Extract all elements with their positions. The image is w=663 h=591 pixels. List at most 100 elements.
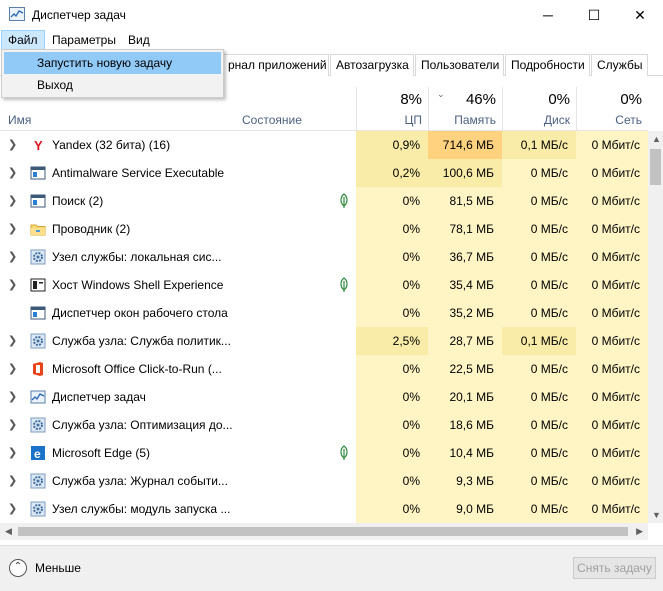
tab-services[interactable]: Службы bbox=[591, 54, 648, 76]
disk-value: 0 МБ/с bbox=[502, 439, 576, 467]
maximize-icon: ☐ bbox=[587, 6, 601, 23]
expand-chevron-icon[interactable]: ❯ bbox=[8, 271, 17, 299]
cpu-value: 0% bbox=[356, 271, 428, 299]
process-row[interactable]: ❯ Служба узла: Служба политик... 2,5% 28,7 … bbox=[0, 327, 648, 355]
expand-chevron-icon[interactable]: ❯ bbox=[8, 243, 17, 271]
task-manager-icon bbox=[30, 389, 46, 405]
expand-chevron-icon[interactable]: ❯ bbox=[8, 159, 17, 187]
menu-file[interactable]: Файл bbox=[1, 30, 45, 50]
column-disk[interactable]: 0% Диск bbox=[502, 87, 576, 131]
menu-options[interactable]: Параметры bbox=[46, 30, 122, 50]
task-manager-icon bbox=[9, 7, 25, 21]
vertical-scroll-thumb[interactable] bbox=[650, 149, 661, 185]
tab-users[interactable]: Пользователи bbox=[415, 54, 504, 76]
process-row[interactable]: Диспетчер окон рабочего стола 0% 35,2 МБ 0 … bbox=[0, 299, 648, 327]
footer-bar: ⌃ Меньше Снять задачу bbox=[0, 545, 663, 591]
process-row[interactable]: ❯ Поиск (2) 0% 81,5 МБ 0 МБ/с 0 Мбит/с bbox=[0, 187, 648, 215]
scroll-up-icon[interactable]: ▲ bbox=[652, 134, 661, 144]
expand-chevron-icon[interactable]: ❯ bbox=[8, 355, 17, 383]
maximize-button[interactable]: ☐ bbox=[571, 0, 617, 30]
disk-total-percent: 0% bbox=[548, 91, 570, 108]
cpu-value: 0% bbox=[356, 495, 428, 523]
network-value: 0 Мбит/с bbox=[576, 411, 648, 439]
memory-value: 81,5 МБ bbox=[428, 187, 502, 215]
scroll-down-icon[interactable]: ▼ bbox=[652, 510, 661, 520]
scroll-left-icon[interactable]: ◀ bbox=[5, 526, 12, 537]
tab-details[interactable]: Подробности bbox=[505, 54, 590, 76]
expand-chevron-icon[interactable]: ❯ bbox=[8, 495, 17, 523]
end-task-button[interactable]: Снять задачу bbox=[573, 557, 656, 579]
vertical-scrollbar[interactable]: ▲ ▼ bbox=[648, 131, 663, 523]
horizontal-scrollbar[interactable]: ◀ ▶ bbox=[0, 523, 648, 540]
column-state[interactable]: Состояние bbox=[236, 87, 356, 131]
svg-text:e: e bbox=[34, 447, 41, 461]
disk-value: 0 МБ/с bbox=[502, 187, 576, 215]
network-value: 0 Мбит/с bbox=[576, 495, 648, 523]
network-value: 0 Мбит/с bbox=[576, 327, 648, 355]
memory-value: 22,5 МБ bbox=[428, 355, 502, 383]
file-menu-dropdown: Запустить новую задачу Выход bbox=[1, 49, 224, 98]
menu-run-new-task[interactable]: Запустить новую задачу bbox=[4, 52, 221, 74]
svg-text:Y: Y bbox=[34, 138, 43, 153]
network-total-percent: 0% bbox=[620, 91, 642, 108]
process-row[interactable]: ❯ e Microsoft Edge (5) 0% 10,4 МБ 0 МБ/с 0 Мби… bbox=[0, 439, 648, 467]
column-cpu[interactable]: 8% ЦП bbox=[356, 87, 428, 131]
process-row[interactable]: ❯ Проводник (2) 0% 78,1 МБ 0 МБ/с 0 Мбит/с bbox=[0, 215, 648, 243]
horizontal-scroll-thumb[interactable] bbox=[18, 527, 628, 536]
process-name: Microsoft Office Click-to-Run (... bbox=[52, 362, 222, 376]
office-icon bbox=[30, 361, 46, 377]
edge-icon: e bbox=[30, 445, 46, 461]
column-network[interactable]: 0% Сеть bbox=[576, 87, 648, 131]
tab-app-history[interactable]: рнал приложений bbox=[210, 54, 329, 76]
network-value: 0 Мбит/с bbox=[576, 243, 648, 271]
column-cpu-label: ЦП bbox=[404, 113, 422, 127]
column-network-label: Сеть bbox=[615, 113, 642, 127]
process-row[interactable]: ❯ Y Yandex (32 бита) (16) 0,9% 714,6 МБ 0,1 М… bbox=[0, 131, 648, 159]
folder-icon bbox=[30, 221, 46, 237]
expand-chevron-icon[interactable]: ❯ bbox=[8, 131, 17, 159]
process-row[interactable]: ❯ Antimalware Service Executable 0,2% 100,6… bbox=[0, 159, 648, 187]
process-name: Служба узла: Оптимизация до... bbox=[52, 418, 233, 432]
process-list: ❯ Y Yandex (32 бита) (16) 0,9% 714,6 МБ 0,1 М… bbox=[0, 131, 648, 523]
suspended-leaf-icon bbox=[337, 445, 351, 461]
memory-value: 35,2 МБ bbox=[428, 299, 502, 327]
memory-value: 28,7 МБ bbox=[428, 327, 502, 355]
process-row[interactable]: ❯ Служба узла: Журнал событи... 0% 9,3 МБ 0 … bbox=[0, 467, 648, 495]
expand-chevron-icon[interactable]: ❯ bbox=[8, 467, 17, 495]
process-name: Диспетчер задач bbox=[52, 390, 146, 404]
expand-chevron-icon[interactable]: ❯ bbox=[8, 383, 17, 411]
sort-descending-icon: ⌄ bbox=[437, 89, 445, 99]
memory-value: 20,1 МБ bbox=[428, 383, 502, 411]
chevron-up-circle-icon[interactable]: ⌃ bbox=[9, 559, 27, 577]
menu-exit[interactable]: Выход bbox=[4, 74, 221, 96]
column-memory[interactable]: ⌄ 46% Память bbox=[428, 87, 502, 131]
expand-chevron-icon[interactable]: ❯ bbox=[8, 439, 17, 467]
minimize-button[interactable]: ─ bbox=[525, 0, 571, 30]
process-row[interactable]: ❯ Узел службы: локальная сис... 0% 36,7 МБ 0… bbox=[0, 243, 648, 271]
window-app-icon bbox=[30, 165, 46, 181]
process-row[interactable]: ❯ Хост Windows Shell Experience 0% 35,4 МБ 0… bbox=[0, 271, 648, 299]
menu-view[interactable]: Вид bbox=[122, 30, 156, 50]
disk-value: 0 МБ/с bbox=[502, 299, 576, 327]
suspended-leaf-icon bbox=[337, 193, 351, 209]
process-name: Узел службы: модуль запуска ... bbox=[52, 502, 231, 516]
shell-host-icon bbox=[30, 277, 46, 293]
fewer-details-link[interactable]: Меньше bbox=[35, 561, 81, 575]
expand-chevron-icon[interactable]: ❯ bbox=[8, 411, 17, 439]
process-row[interactable]: ❯ Диспетчер задач 0% 20,1 МБ 0 МБ/с 0 Мбит/с bbox=[0, 383, 648, 411]
gear-icon bbox=[30, 501, 46, 517]
process-row[interactable]: ❯ Служба узла: Оптимизация до... 0% 18,6 МБ… bbox=[0, 411, 648, 439]
expand-chevron-icon[interactable]: ❯ bbox=[8, 215, 17, 243]
cpu-value: 0% bbox=[356, 439, 428, 467]
tab-startup[interactable]: Автозагрузка bbox=[330, 54, 414, 76]
process-row[interactable]: ❯ Узел службы: модуль запуска ... 0% 9,0 МБ… bbox=[0, 495, 648, 523]
gear-icon bbox=[30, 249, 46, 265]
expand-chevron-icon[interactable]: ❯ bbox=[8, 327, 17, 355]
process-name: Antimalware Service Executable bbox=[52, 166, 225, 180]
scroll-right-icon[interactable]: ▶ bbox=[636, 526, 643, 537]
suspended-leaf-icon bbox=[337, 277, 351, 293]
network-value: 0 Мбит/с bbox=[576, 439, 648, 467]
process-row[interactable]: ❯ Microsoft Office Click-to-Run (... 0% 22,… bbox=[0, 355, 648, 383]
expand-chevron-icon[interactable]: ❯ bbox=[8, 187, 17, 215]
close-button[interactable]: ✕ bbox=[617, 0, 663, 30]
